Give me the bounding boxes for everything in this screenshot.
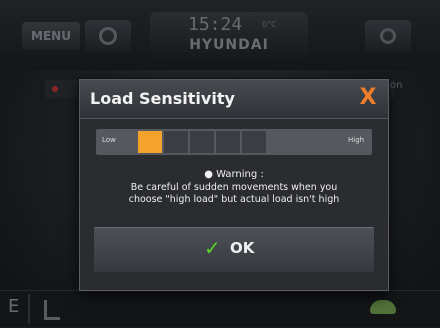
slider-segment[interactable] <box>190 131 214 153</box>
check-icon: ✓ <box>204 236 221 260</box>
dialog-title: Load Sensitivity <box>90 89 235 108</box>
slider-segment[interactable] <box>164 131 188 153</box>
slider-segment[interactable] <box>242 131 266 153</box>
slider-segment[interactable] <box>138 131 162 153</box>
close-icon[interactable]: X <box>356 86 380 110</box>
slider-high-label: High <box>348 136 365 144</box>
dialog-header: Load Sensitivity X <box>80 80 388 119</box>
slider-low-label: Low <box>102 136 116 144</box>
ok-button[interactable]: ✓ OK <box>94 227 374 272</box>
head-unit-screen: MENU 15:24 0°C HYUNDAI on E Load Sensiti… <box>0 0 440 328</box>
warning-text: Be careful of sudden movements when you … <box>96 182 372 206</box>
warning-line-1: Be careful of sudden movements when you <box>130 182 338 193</box>
ok-label: OK <box>230 239 255 257</box>
slider-segment[interactable] <box>216 131 240 153</box>
load-sensitivity-dialog: Load Sensitivity X Low High ● Warning : … <box>79 79 389 291</box>
warning-line-2: choose "high load" but actual load isn't… <box>128 194 340 205</box>
warning-title: ● Warning : <box>204 169 264 180</box>
